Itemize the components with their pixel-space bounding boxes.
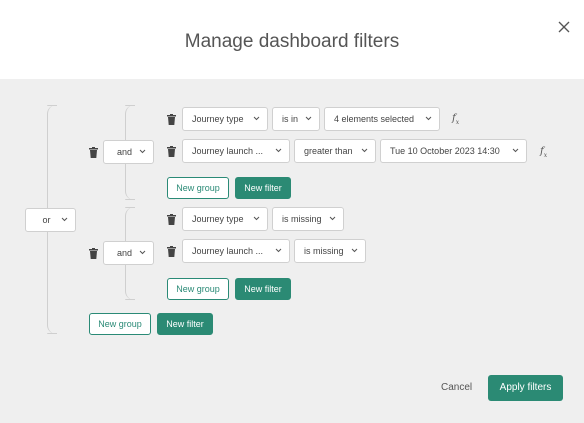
chevron-down-icon [425, 116, 432, 121]
trash-icon[interactable] [89, 147, 98, 158]
filter-operator-select[interactable]: greater than [294, 139, 376, 163]
chevron-down-icon [275, 248, 282, 253]
close-icon[interactable] [554, 17, 574, 37]
filter-operator-select[interactable]: is in [272, 107, 320, 131]
trash-icon[interactable] [167, 246, 176, 257]
filter-field-select[interactable]: Journey type [182, 107, 268, 131]
chevron-down-icon [139, 250, 146, 255]
chevron-down-icon [61, 217, 68, 222]
root-logic-select[interactable]: or [25, 208, 76, 232]
root-new-filter-button[interactable]: New filter [157, 313, 213, 335]
filter-value-select[interactable]: 4 elements selected [324, 107, 440, 131]
new-filter-button[interactable]: New filter [235, 278, 291, 300]
cancel-button[interactable]: Cancel [441, 382, 472, 393]
group-1-logic-select[interactable]: and [103, 140, 154, 164]
filter-operator-select[interactable]: is missing [272, 207, 344, 231]
apply-filters-button[interactable]: Apply filters [488, 375, 563, 401]
chevron-down-icon [361, 148, 368, 153]
root-new-group-button[interactable]: New group [89, 313, 151, 335]
filter-field-select[interactable]: Journey type [182, 207, 268, 231]
fx-icon[interactable]: fx [452, 113, 459, 126]
filter-operator-select[interactable]: is missing [294, 239, 366, 263]
chevron-down-icon [305, 116, 312, 121]
new-group-button[interactable]: New group [167, 177, 229, 199]
chevron-down-icon [275, 148, 282, 153]
chevron-down-icon [253, 116, 260, 121]
group-2-logic-select[interactable]: and [103, 241, 154, 265]
filter-value-select[interactable]: Tue 10 October 2023 14:30 [380, 139, 527, 163]
trash-icon[interactable] [89, 248, 98, 259]
filter-field-select[interactable]: Journey launch ... [182, 139, 290, 163]
chevron-down-icon [512, 148, 519, 153]
chevron-down-icon [329, 216, 336, 221]
new-filter-button[interactable]: New filter [235, 177, 291, 199]
chevron-down-icon [253, 216, 260, 221]
trash-icon[interactable] [167, 114, 176, 125]
modal-title: Manage dashboard filters [184, 31, 400, 52]
new-group-button[interactable]: New group [167, 278, 229, 300]
modal-header: Manage dashboard filters [0, 0, 584, 79]
filter-field-select[interactable]: Journey launch ... [182, 239, 290, 263]
chevron-down-icon [139, 149, 146, 154]
trash-icon[interactable] [167, 214, 176, 225]
chevron-down-icon [351, 248, 358, 253]
fx-icon[interactable]: fx [540, 146, 547, 159]
trash-icon[interactable] [167, 146, 176, 157]
